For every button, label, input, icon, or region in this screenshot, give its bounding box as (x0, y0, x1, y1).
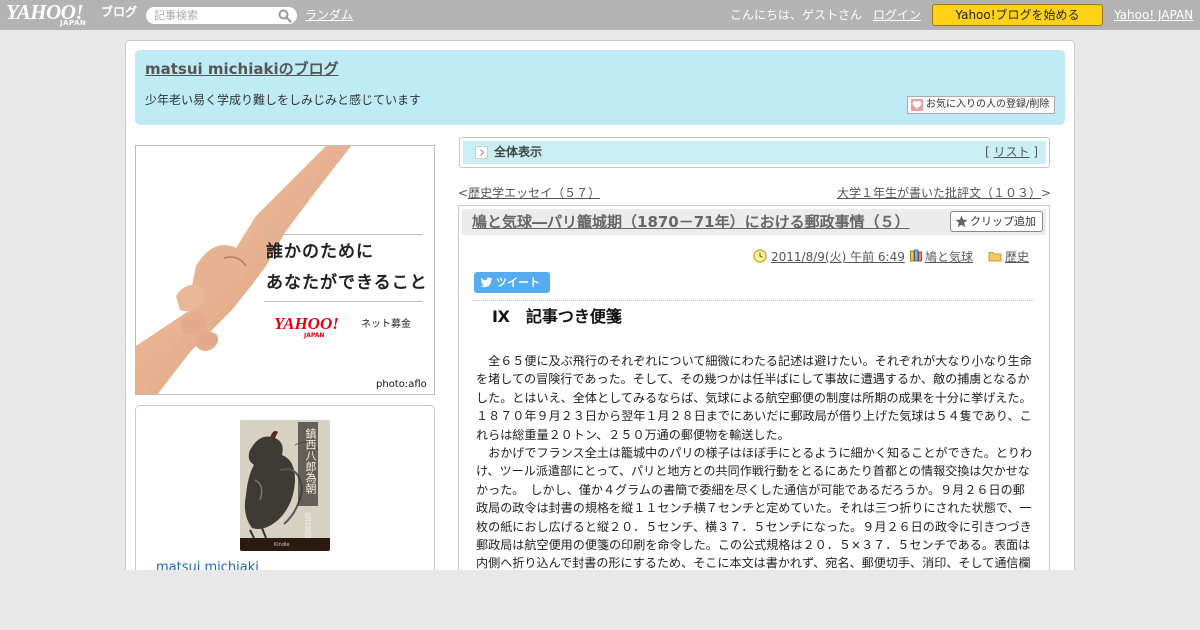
prev-arrow: < (458, 186, 469, 200)
search-icon[interactable] (278, 9, 292, 23)
handshake-image (136, 146, 351, 394)
login-link[interactable]: ログイン (873, 8, 921, 22)
list-bracket-close: ] (1029, 145, 1038, 159)
article-header: 鳩と気球―パリ籠城期（1870－71年）における郵政事情（５） クリップ追加 (462, 209, 1046, 235)
favorite-register-label: お気に入りの人の登録/削除 (926, 99, 1050, 110)
blog-description: 少年老い易く学成り難しをしみじみと感じています (145, 93, 422, 107)
ad-rule-top (264, 234, 422, 235)
article-category2-link[interactable]: 歴史 (1005, 250, 1029, 264)
section-heading: Ⅸ 記事つき便箋 (492, 307, 622, 326)
all-view-label[interactable]: 全体表示 (494, 145, 542, 160)
article-category1: 鳩と気球 (925, 250, 973, 265)
book-author: 松井道昭 (304, 512, 312, 540)
logo-blog-text: ブログ (101, 5, 138, 19)
ad-headline-line2: あなたができること (266, 273, 428, 293)
search-box (146, 7, 297, 24)
ad-service-name: ネット募金 (361, 319, 411, 330)
start-blog-button[interactable]: Yahoo!ブログを始める (932, 4, 1103, 26)
page-bottom-background (0, 570, 1200, 630)
clock-icon (753, 249, 767, 263)
profile-book-image[interactable]: 鎮西八郎為朝 松井道昭 Kindle (240, 420, 330, 551)
ad-yahoo-logo-sub: JAPAN (304, 332, 325, 339)
next-article-link[interactable]: 大学１年生が書いた批評文（１０３） (837, 186, 1041, 200)
heart-icon (911, 99, 923, 111)
prev-article-pager: <歴史学エッセイ（５７） (458, 186, 600, 201)
article-body: 全６５便に及ぶ飛行のそれぞれについて細微にわたる記述は避けたい。それぞれが大なり… (476, 352, 1036, 591)
clip-add-label: クリップ追加 (970, 215, 1036, 228)
yahoo-japan-link[interactable]: Yahoo! JAPAN (1114, 8, 1193, 22)
star-icon (955, 215, 968, 228)
greeting-text: こんにちは、ゲストさん (730, 8, 863, 22)
article-panel: 鳩と気球―パリ籠城期（1870－71年）における郵政事情（５） クリップ追加 2… (458, 205, 1050, 605)
ad-rule-bottom (264, 301, 422, 302)
all-view-bar: 全体表示 [ リスト ] (459, 137, 1050, 168)
clip-add-button[interactable]: クリップ追加 (950, 211, 1043, 232)
list-view-link[interactable]: リスト (993, 145, 1029, 159)
ad-headline-line1: 誰かのために (266, 242, 374, 262)
top-navigation-bar: YAHOO! JAPAN ブログ ランダム こんにちは、ゲストさん ログイン Y… (0, 0, 1200, 30)
article-paragraph-1: 全６５便に及ぶ飛行のそれぞれについて細微にわたる記述は避けたい。それぞれが大なり… (476, 354, 1032, 442)
article-divider (474, 300, 1034, 301)
chevron-right-icon (475, 146, 488, 159)
random-link[interactable]: ランダム (305, 8, 353, 22)
blog-title-link[interactable]: matsui michiakiのブログ (145, 60, 339, 79)
tweet-button[interactable]: ツイート (474, 272, 550, 293)
next-article-pager: 大学１年生が書いた批評文（１０３）> (837, 186, 1051, 201)
next-arrow: > (1041, 186, 1052, 200)
article-category1-link[interactable]: 鳩と気球 (925, 250, 973, 264)
folder-icon (988, 252, 1002, 262)
book-brand: Kindle (274, 542, 290, 548)
ad-photo-credit: photo:aflo (376, 379, 427, 390)
article-datetime-link[interactable]: 2011/8/9(火) 午前 6:49 (771, 250, 905, 264)
book-title: 鎮西八郎為朝 (304, 428, 317, 494)
yahoo-blog-logo[interactable]: YAHOO! JAPAN ブログ (6, 2, 140, 28)
logo-japan-text: JAPAN (60, 19, 87, 27)
favorite-register-button[interactable]: お気に入りの人の登録/削除 (907, 96, 1055, 114)
article-datetime: 2011/8/9(火) 午前 6:49 (771, 250, 905, 265)
ad-yahoo-logo: YAHOO! (274, 314, 339, 333)
list-view-control: [ リスト ] (985, 145, 1038, 160)
article-title-link[interactable]: 鳩と気球―パリ籠城期（1870－71年）における郵政事情（５） (472, 213, 910, 232)
search-input[interactable] (154, 7, 274, 24)
all-view-bar-inner: 全体表示 [ リスト ] (463, 141, 1046, 164)
blog-header: matsui michiakiのブログ 少年老い易く学成り難しをしみじみと感じて… (135, 50, 1065, 125)
prev-article-link[interactable]: 歴史学エッセイ（５７） (468, 186, 600, 200)
books-icon (910, 249, 922, 262)
twitter-bird-icon (480, 277, 493, 288)
article-category2: 歴史 (1005, 250, 1029, 265)
tweet-label: ツイート (496, 276, 540, 289)
donation-ad-banner[interactable]: 誰かのために あなたができること YAHOO! JAPAN ネット募金 phot… (135, 145, 435, 395)
